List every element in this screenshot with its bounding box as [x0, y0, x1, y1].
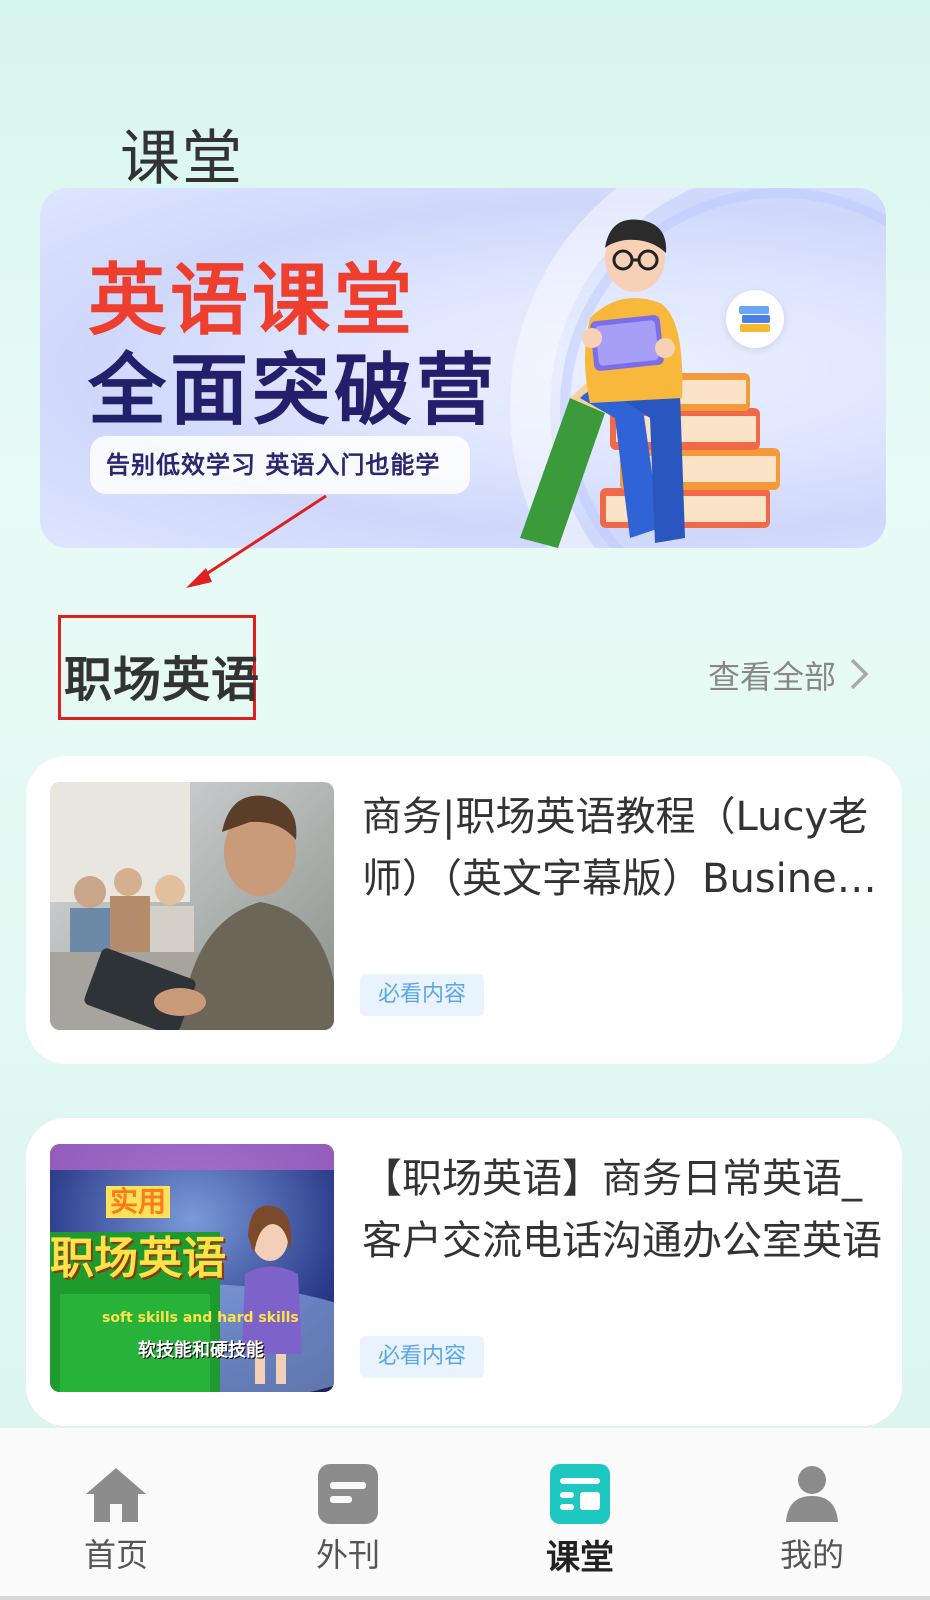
nav-label-profile: 我的	[779, 1536, 844, 1574]
thumbnail-text-top: 实用	[106, 1186, 171, 1218]
home-icon	[86, 1468, 146, 1522]
nav-item-profile[interactable]: 我的	[696, 1428, 928, 1600]
course-thumbnail: 实用 职场英语 soft skills and hard skills 软技能和…	[50, 1144, 334, 1392]
bottom-nav-bar: 首页 外刊 课堂 我的	[0, 1428, 930, 1600]
nav-label-home: 首页	[83, 1536, 148, 1574]
course-thumbnail	[50, 782, 334, 1030]
thumbnail-text-en: soft skills and hard skills	[102, 1310, 299, 1326]
nav-label-classroom: 课堂	[546, 1538, 614, 1578]
course-card[interactable]: 实用 职场英语 soft skills and hard skills 软技能和…	[26, 1118, 902, 1426]
journal-icon	[318, 1464, 378, 1524]
classroom-icon	[550, 1464, 610, 1524]
books-badge-icon	[726, 290, 784, 348]
course-title: 商务|职场英语教程（Lucy老师）（英文字幕版）Business English	[362, 794, 879, 902]
thumbnail-text-main: 职场英语	[50, 1233, 226, 1284]
course-card[interactable]: 商务|职场英语教程（Lucy老师）（英文字幕版）Business English…	[26, 756, 902, 1064]
student-illustration	[520, 219, 780, 548]
promo-banner[interactable]: 英语课堂 全面突破营 告别低效学习 英语入门也能学	[40, 188, 886, 548]
thumbnail-text-cn: 软技能和硬技能	[138, 1340, 264, 1361]
must-see-tag: 必看内容	[360, 1336, 484, 1378]
classroom-page: 课堂 英语课堂 全面突破营 告别低效学习 英语入门也能学 职场英语 查看全部 商…	[0, 0, 930, 1600]
course-title: 【职场英语】商务日常英语_客户交流电话沟通办公室英语	[362, 1156, 882, 1264]
nav-item-journal[interactable]: 外刊	[232, 1428, 464, 1600]
banner-title-line2: 全面突破营	[88, 346, 499, 436]
nav-item-home[interactable]: 首页	[0, 1428, 232, 1600]
chevron-right-icon[interactable]	[848, 656, 872, 692]
section-title: 职场英语	[64, 652, 261, 708]
must-see-tag: 必看内容	[360, 974, 484, 1016]
nav-label-journal: 外刊	[315, 1536, 380, 1574]
view-all-link[interactable]: 查看全部	[708, 652, 836, 698]
page-title: 课堂	[120, 124, 244, 194]
profile-icon	[786, 1466, 838, 1522]
nav-item-classroom[interactable]: 课堂	[464, 1428, 696, 1600]
annotation-arrow-icon	[186, 494, 327, 588]
bottom-divider	[0, 1596, 930, 1600]
banner-subtitle: 告别低效学习 英语入门也能学	[90, 436, 470, 494]
